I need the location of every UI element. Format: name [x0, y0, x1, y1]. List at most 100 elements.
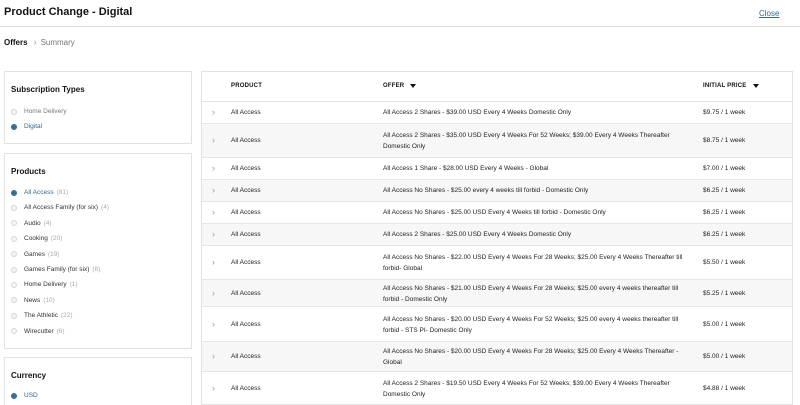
expand-chevron-icon[interactable]: › — [212, 135, 215, 145]
table-row[interactable]: › All Access All Access No Shares - $25.00… — [202, 180, 792, 202]
cell-offer: All Access 1 Share - $28.00 USD Every 4 … — [383, 165, 549, 172]
expand-chevron-icon[interactable]: › — [212, 207, 215, 217]
subscription-types-panel: Subscription Types Home Delivery Digital — [4, 71, 192, 144]
radio-icon[interactable] — [11, 266, 17, 273]
product-filter-item[interactable]: Cooking (20) — [11, 235, 62, 242]
product-filter-item[interactable]: Audio (4) — [11, 220, 52, 227]
table-row[interactable]: › All Access All Access 2 Shares - $25.00 … — [202, 224, 792, 246]
sort-caret-icon[interactable] — [752, 84, 759, 88]
cell-offer: All Access No Shares - $20.00 USD Every … — [383, 348, 679, 366]
cell-product: All Access — [231, 289, 261, 297]
product-filter-item[interactable]: All Access (81) — [11, 189, 68, 196]
column-header-initial-price[interactable]: INITIAL PRICE — [703, 83, 759, 89]
item-count: (22) — [60, 312, 73, 320]
radio-label: Audio — [24, 219, 41, 227]
radio-label: All Access Family (for six) — [24, 204, 99, 212]
cell-product: All Access — [231, 187, 261, 194]
radio-icon[interactable] — [11, 328, 17, 335]
subscription-types-title: Subscription Types — [11, 85, 85, 94]
breadcrumb-summary[interactable]: Summary — [41, 38, 75, 47]
item-count: (20) — [50, 235, 63, 243]
cell-product: All Access — [231, 165, 261, 172]
radio-icon[interactable] — [11, 204, 17, 211]
radio-label: Wirecutter — [24, 327, 54, 335]
radio-label: News — [24, 296, 41, 304]
expand-chevron-icon[interactable]: › — [212, 288, 215, 298]
table-row[interactable]: › All Access All Access No Shares - $21.00… — [202, 280, 792, 307]
table-row[interactable]: › All Access All Access 2 Shares - $19.50 … — [202, 372, 792, 404]
radio-icon[interactable] — [11, 297, 17, 304]
product-filter-item[interactable]: Games (19) — [11, 251, 60, 258]
radio-label: Games — [24, 250, 45, 258]
column-header-product: PRODUCT — [231, 83, 263, 89]
cell-offer: All Access No Shares - $20.00 USD Every … — [383, 315, 679, 334]
item-count: (6) — [56, 327, 65, 335]
radio-icon[interactable] — [11, 312, 17, 319]
close-link[interactable]: Close — [759, 9, 779, 18]
subscription-type-home-delivery[interactable]: Home Delivery — [11, 108, 67, 115]
column-header-offer[interactable]: OFFER — [383, 83, 417, 89]
radio-selected-icon[interactable] — [11, 392, 17, 399]
radio-label: Home Delivery — [24, 281, 67, 289]
cell-initial-price: $4.88 / 1 week — [703, 385, 746, 392]
cell-initial-price: $5.00 / 1 week — [703, 320, 746, 328]
table-row[interactable]: › All Access All Access 1 Share - $28.00 U… — [202, 158, 792, 180]
radio-label: USD — [24, 392, 38, 399]
radio-label: The Athletic — [24, 312, 58, 320]
cell-offer: All Access No Shares - $25.00 every 4 we… — [383, 187, 589, 194]
item-count: (81) — [56, 189, 69, 196]
cell-product: All Access — [231, 385, 261, 392]
cell-product: All Access — [231, 353, 261, 360]
products-title: Products — [11, 167, 46, 176]
products-panel: Products All Access (81) All Access Family… — [4, 153, 192, 349]
expand-chevron-icon[interactable]: › — [212, 107, 215, 117]
expand-chevron-icon[interactable]: › — [212, 319, 215, 329]
cell-offer: All Access No Shares - $25.00 USD Every … — [383, 209, 606, 216]
cell-product: All Access — [231, 209, 261, 216]
currency-usd[interactable]: USD — [11, 392, 38, 399]
cell-product: All Access — [231, 320, 261, 328]
sort-caret-icon[interactable] — [410, 84, 417, 88]
table-row[interactable]: › All Access All Access 2 Shares - $35.00 … — [202, 124, 792, 158]
radio-icon[interactable] — [11, 108, 17, 115]
chevron-right-icon: › — [33, 37, 37, 47]
item-count: (10) — [43, 296, 55, 304]
expand-chevron-icon[interactable]: › — [212, 229, 215, 239]
radio-label: Games Family (for six) — [24, 266, 90, 273]
currency-title: Currency — [11, 371, 47, 380]
radio-selected-icon[interactable] — [11, 123, 17, 130]
expand-chevron-icon[interactable]: › — [212, 163, 215, 173]
breadcrumb-offers[interactable]: Offers — [4, 38, 28, 47]
expand-chevron-icon[interactable]: › — [212, 351, 215, 361]
radio-selected-icon[interactable] — [11, 189, 17, 196]
radio-icon[interactable] — [11, 281, 17, 288]
product-filter-item[interactable]: Wirecutter (6) — [11, 328, 65, 335]
cell-initial-price: $8.75 / 1 week — [703, 137, 746, 144]
item-count: (19) — [47, 250, 60, 258]
product-filter-item[interactable]: Games Family (for six) (8) — [11, 266, 100, 273]
table-row[interactable]: › All Access All Access No Shares - $20.00… — [202, 342, 792, 372]
radio-icon[interactable] — [11, 220, 17, 227]
cell-offer: All Access 2 Shares - $39.00 USD Every 4… — [383, 109, 572, 116]
cell-initial-price: $6.25 / 1 week — [703, 209, 746, 216]
expand-chevron-icon[interactable]: › — [212, 383, 215, 393]
header-bar: Product Change - Digital Close — [0, 0, 800, 27]
cell-initial-price: $6.25 / 1 week — [703, 231, 746, 238]
table-row[interactable]: › All Access All Access 2 Shares - $39.00 … — [202, 102, 792, 124]
table-row[interactable]: › All Access All Access No Shares - $20.00… — [202, 307, 792, 342]
radio-icon[interactable] — [11, 235, 17, 242]
product-filter-item[interactable]: Home Delivery (1) — [11, 281, 78, 288]
table-row[interactable]: › All Access All Access No Shares - $25.00… — [202, 202, 792, 224]
table-row[interactable]: › All Access All Access No Shares - $22.00… — [202, 246, 792, 280]
radio-icon[interactable] — [11, 251, 17, 258]
product-filter-item[interactable]: News (10) — [11, 297, 55, 304]
expand-chevron-icon[interactable]: › — [212, 257, 215, 267]
expand-chevron-icon[interactable]: › — [212, 185, 215, 195]
product-filter-item[interactable]: All Access Family (for six) (4) — [11, 204, 109, 211]
cell-initial-price: $6.25 / 1 week — [703, 187, 746, 194]
product-filter-item[interactable]: The Athletic (22) — [11, 312, 73, 319]
subscription-type-digital[interactable]: Digital — [11, 123, 42, 130]
radio-label: Home Delivery — [24, 108, 67, 115]
cell-offer: All Access 2 Shares - $19.50 USD Every 4… — [383, 380, 670, 398]
radio-label: Cooking — [24, 235, 48, 243]
